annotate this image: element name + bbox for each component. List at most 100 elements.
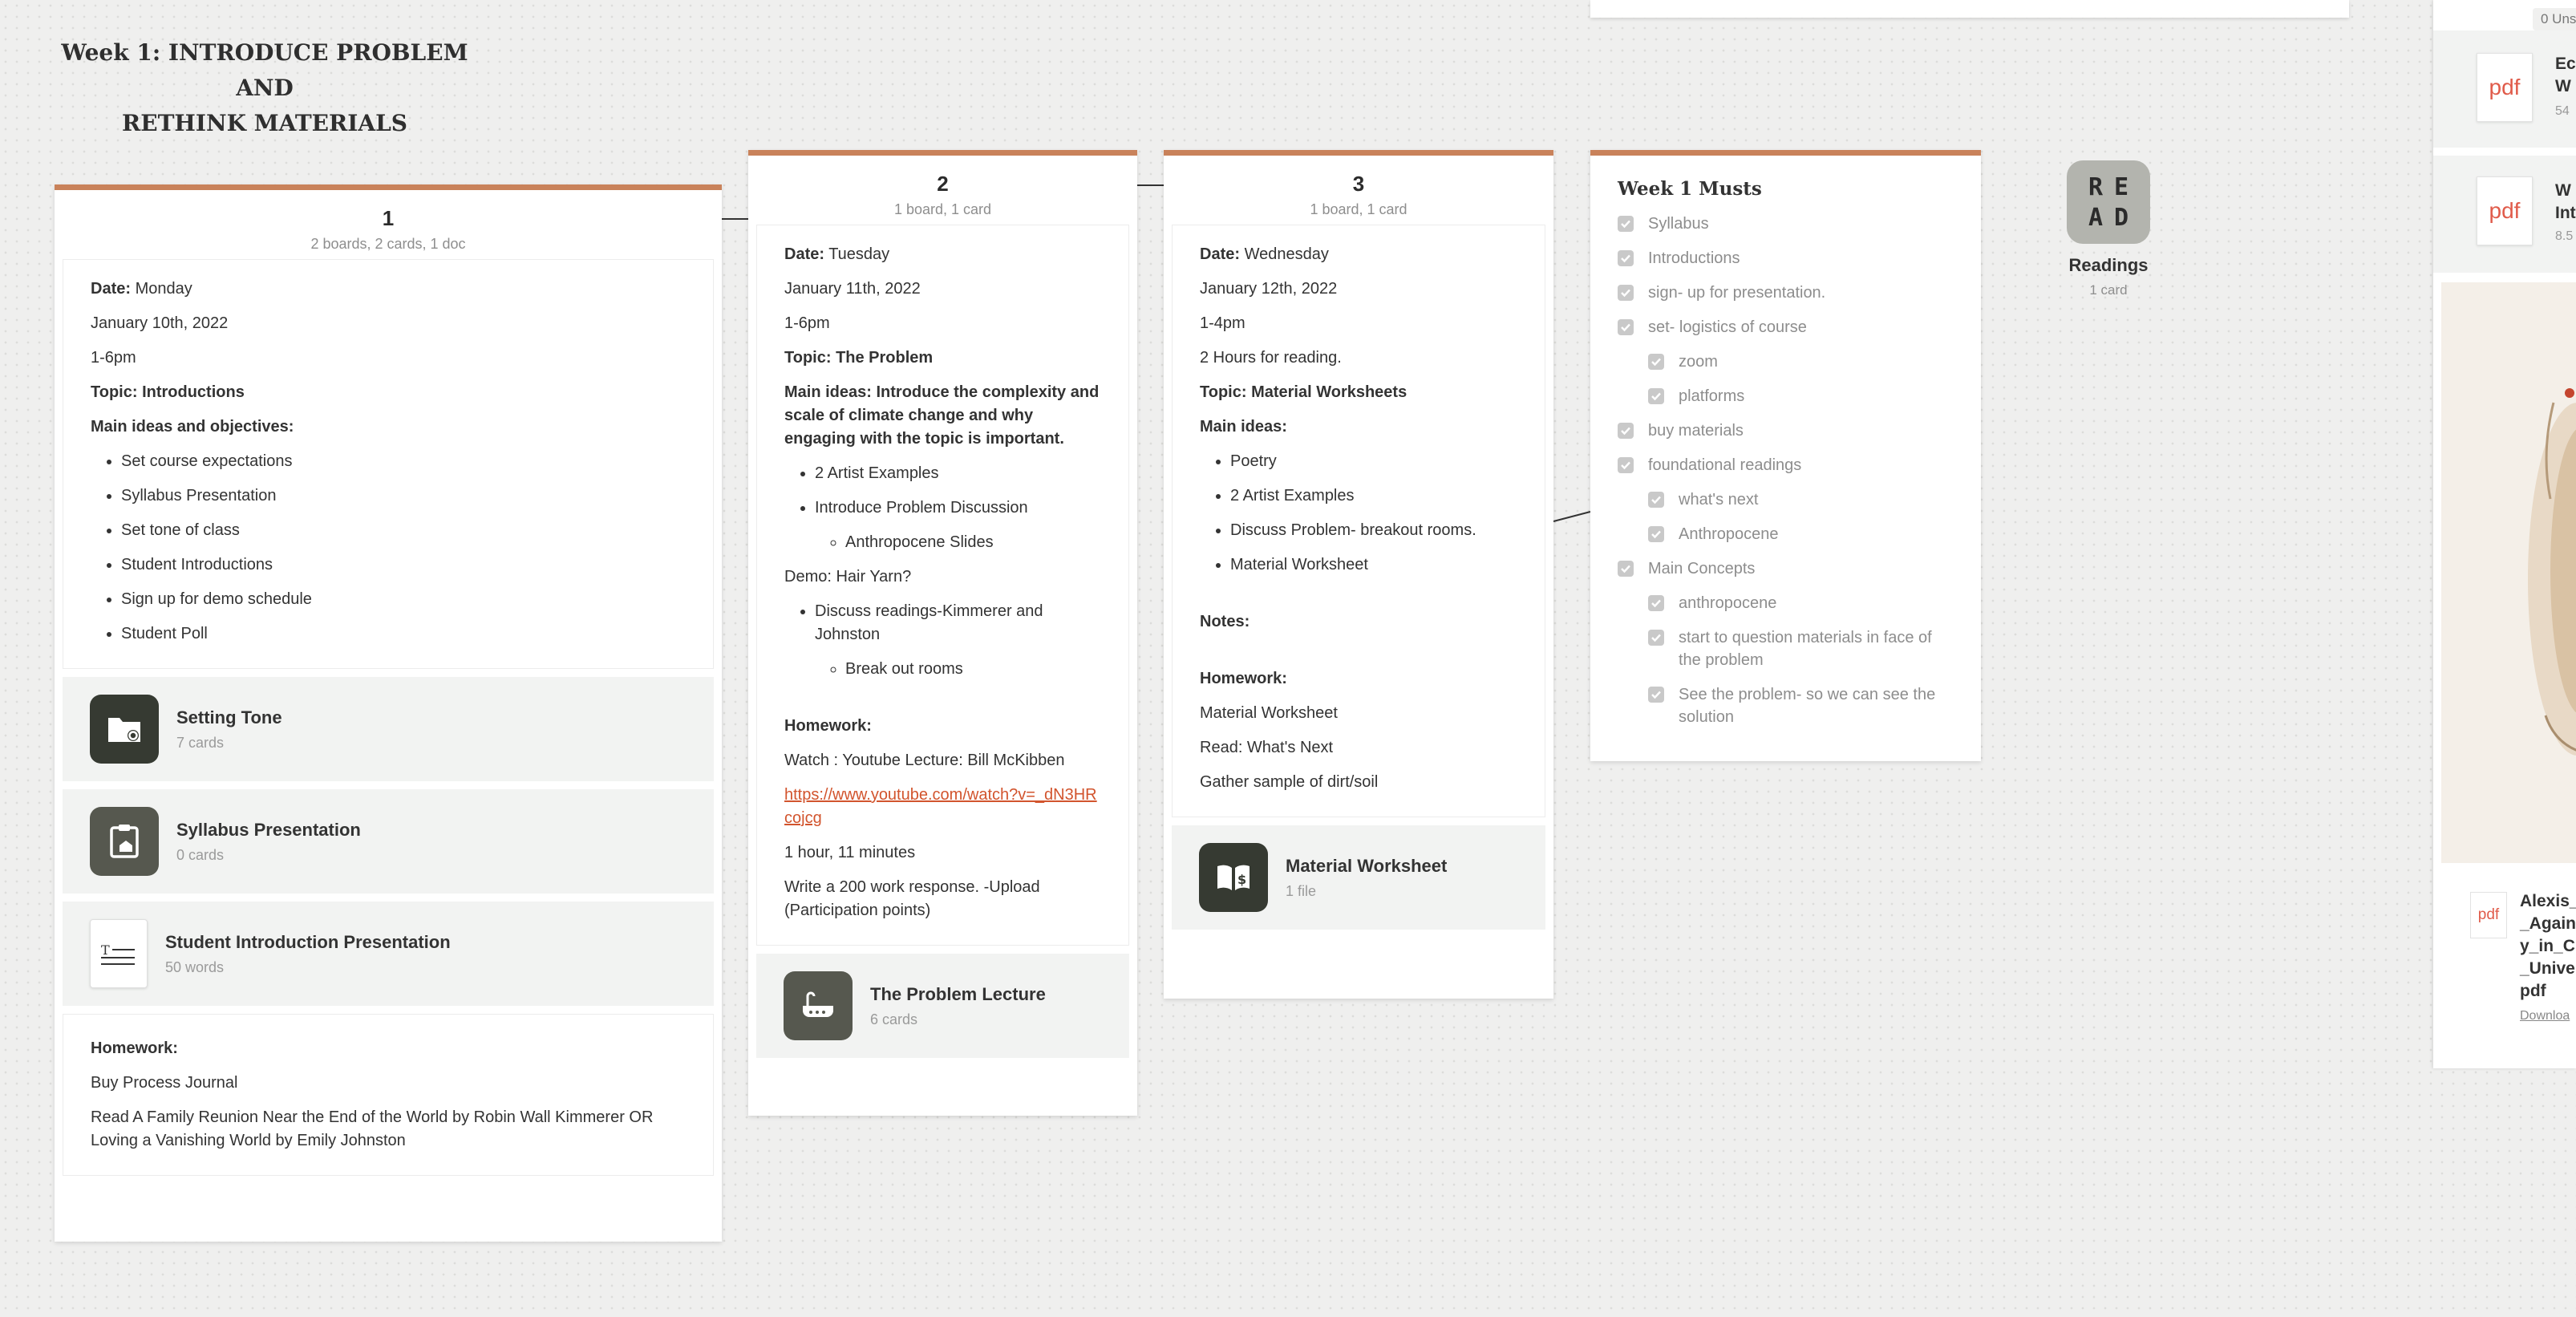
icon-letter: E [2113, 172, 2129, 201]
time-text: 1-6pm [91, 349, 136, 367]
list-item: Student Introductions [121, 553, 686, 577]
board-problem-lecture[interactable]: The Problem Lecture 6 cards [756, 954, 1129, 1058]
list-item: Student Poll [121, 622, 686, 646]
checklist-item[interactable]: Anthropocene [1648, 523, 1954, 545]
checklist-item-label: set- logistics of course [1648, 318, 1807, 336]
board-syllabus-presentation[interactable]: Syllabus Presentation 0 cards [63, 789, 714, 894]
date-day: Wednesday [1240, 245, 1329, 263]
list-item: Sign up for demo schedule [121, 588, 686, 611]
column-header: 2 1 board, 1 card [756, 156, 1129, 225]
homework-item: Read: What's Next [1200, 739, 1334, 756]
checkbox-checked-icon[interactable] [1618, 216, 1634, 232]
readings-list: Discuss readings-Kimmerer and Johnston B… [784, 600, 1101, 681]
day-2-note[interactable]: Date: Tuesday January 11th, 2022 1-6pm T… [756, 225, 1129, 946]
readings-count: 1 card [2089, 282, 2128, 298]
ideas-label: Main ideas: [1200, 418, 1287, 436]
homework-item: Buy Process Journal [91, 1074, 238, 1092]
date-day: Monday [131, 280, 192, 298]
clipboard-icon [90, 807, 159, 876]
hours-text: 2 Hours for reading. [1200, 349, 1342, 367]
download-link[interactable]: Downloa [2520, 1009, 2570, 1023]
checklist-item[interactable]: start to question materials in face of t… [1648, 626, 1954, 671]
icon-letter: D [2113, 203, 2129, 232]
board-readings[interactable]: R E A D Readings 1 card [2067, 160, 2150, 298]
board-count: 7 cards [176, 734, 225, 751]
time-text: 1-6pm [784, 314, 830, 332]
checklist-item[interactable]: what's next [1648, 488, 1954, 511]
checklist-item[interactable]: buy materials [1618, 419, 1954, 442]
column-day-3[interactable]: 3 1 board, 1 card Date: Wednesday Januar… [1164, 150, 1553, 999]
board-title: Material Worksheet [1286, 855, 1448, 876]
checklist-item[interactable]: sign- up for presentation. [1618, 282, 1954, 304]
ideas-text: Main ideas: Introduce the complexity and… [784, 383, 1100, 448]
list-item: Poetry [1230, 450, 1517, 473]
demo-text: Demo: Hair Yarn? [784, 568, 912, 586]
checkbox-checked-icon[interactable] [1618, 285, 1634, 301]
day-1-note[interactable]: Date: Monday January 10th, 2022 1-6pm To… [63, 259, 714, 669]
youtube-link[interactable]: https://www.youtube.com/watch?v=_dN3HRco… [784, 786, 1097, 827]
list-item: Break out rooms [845, 658, 1101, 681]
column-day-2[interactable]: 2 1 board, 1 card Date: Tuesday January … [748, 150, 1137, 1116]
file-item[interactable]: pdf Alexis_ _Again y_in_C _Unive pdf Dow… [2433, 863, 2576, 1068]
checkbox-checked-icon[interactable] [1618, 250, 1634, 266]
partial-top-card[interactable] [1590, 0, 2349, 18]
checklist-item[interactable]: Introductions [1618, 247, 1954, 269]
checklist-item[interactable]: set- logistics of course [1618, 316, 1954, 338]
homework-note[interactable]: Homework: Buy Process Journal Read A Fam… [63, 1014, 714, 1176]
unsorted-column[interactable]: 0 Uns pdf Ec W 54 pdf W Int 8.5 pdf Alexis… [2433, 0, 2576, 1068]
checkbox-checked-icon[interactable] [1618, 457, 1634, 473]
readings-label: Readings [2068, 255, 2149, 275]
board-setting-tone[interactable]: Setting Tone 7 cards [63, 677, 714, 781]
read-letters-icon: R E A D [2067, 160, 2150, 244]
checkbox-checked-icon[interactable] [1648, 526, 1664, 542]
checkbox-checked-icon[interactable] [1648, 354, 1664, 370]
pdf-file-icon: pdf [2477, 176, 2533, 245]
date-label: Date: [784, 245, 825, 263]
icon-letter: A [2088, 203, 2104, 232]
checkbox-checked-icon[interactable] [1648, 630, 1664, 646]
list-item: 2 Artist Examples [815, 462, 1101, 485]
pdf-file-icon: pdf [2470, 892, 2507, 938]
checkbox-checked-icon[interactable] [1618, 319, 1634, 335]
checkbox-checked-icon[interactable] [1648, 388, 1664, 404]
checklist-item-label: Main Concepts [1648, 560, 1756, 577]
checkbox-checked-icon[interactable] [1618, 423, 1634, 439]
checklist-item[interactable]: zoom [1648, 351, 1954, 373]
checkbox-checked-icon[interactable] [1618, 561, 1634, 577]
checklist-item[interactable]: See the problem- so we can see the solut… [1648, 683, 1954, 728]
week-1-musts-checklist[interactable]: Week 1 Musts Syllabus Introductions sign- … [1590, 150, 1981, 761]
file-item[interactable]: pdf W Int 8.5 [2433, 156, 2576, 273]
checklist-item[interactable]: platforms [1648, 385, 1954, 407]
unsorted-tab[interactable]: 0 Uns [2533, 8, 2576, 30]
doc-student-introduction[interactable]: T Student Introduction Presentation 50 w… [63, 902, 714, 1006]
board-title: Setting Tone [176, 707, 282, 727]
list-item: 2 Artist Examples [1230, 484, 1517, 508]
checkbox-checked-icon[interactable] [1648, 492, 1664, 508]
checklist-item[interactable]: Main Concepts [1618, 557, 1954, 580]
ideas-list: 2 Artist Examples Introduce Problem Disc… [784, 462, 1101, 554]
board-material-worksheet[interactable]: $ Material Worksheet 1 file [1172, 825, 1545, 930]
checklist-item[interactable]: Syllabus [1618, 213, 1954, 235]
checklist-item[interactable]: foundational readings [1618, 454, 1954, 476]
list-item: Set course expectations [121, 450, 686, 473]
day-3-note[interactable]: Date: Wednesday January 12th, 2022 1-4pm… [1172, 225, 1545, 817]
date-label: Date: [91, 280, 132, 298]
illustration-image[interactable] [2441, 282, 2576, 863]
connector-3-musts [1553, 511, 1591, 522]
file-item[interactable]: pdf Ec W 54 [2433, 30, 2576, 148]
column-meta: 1 board, 1 card [1310, 201, 1407, 217]
column-day-1[interactable]: 1 2 boards, 2 cards, 1 doc Date: Monday … [55, 184, 722, 1242]
column-meta: 2 boards, 2 cards, 1 doc [310, 236, 466, 252]
checkbox-checked-icon[interactable] [1648, 595, 1664, 611]
topic-text: Topic: Material Worksheets [1200, 383, 1407, 401]
svg-text:T: T [101, 942, 110, 958]
ideas-list: Set course expectations Syllabus Present… [91, 450, 686, 646]
checklist-item[interactable]: anthropocene [1648, 592, 1954, 614]
watch-text: Watch : Youtube Lecture: Bill McKibben [784, 752, 1065, 769]
homework-label: Homework: [91, 1039, 178, 1057]
checklist-items: Syllabus Introductions sign- up for presen… [1618, 213, 1954, 728]
homework-item: Gather sample of dirt/soil [1200, 773, 1379, 791]
ideas-list: Poetry 2 Artist Examples Discuss Problem… [1200, 450, 1517, 577]
checkbox-checked-icon[interactable] [1648, 687, 1664, 703]
column-number: 3 [1352, 172, 1365, 196]
